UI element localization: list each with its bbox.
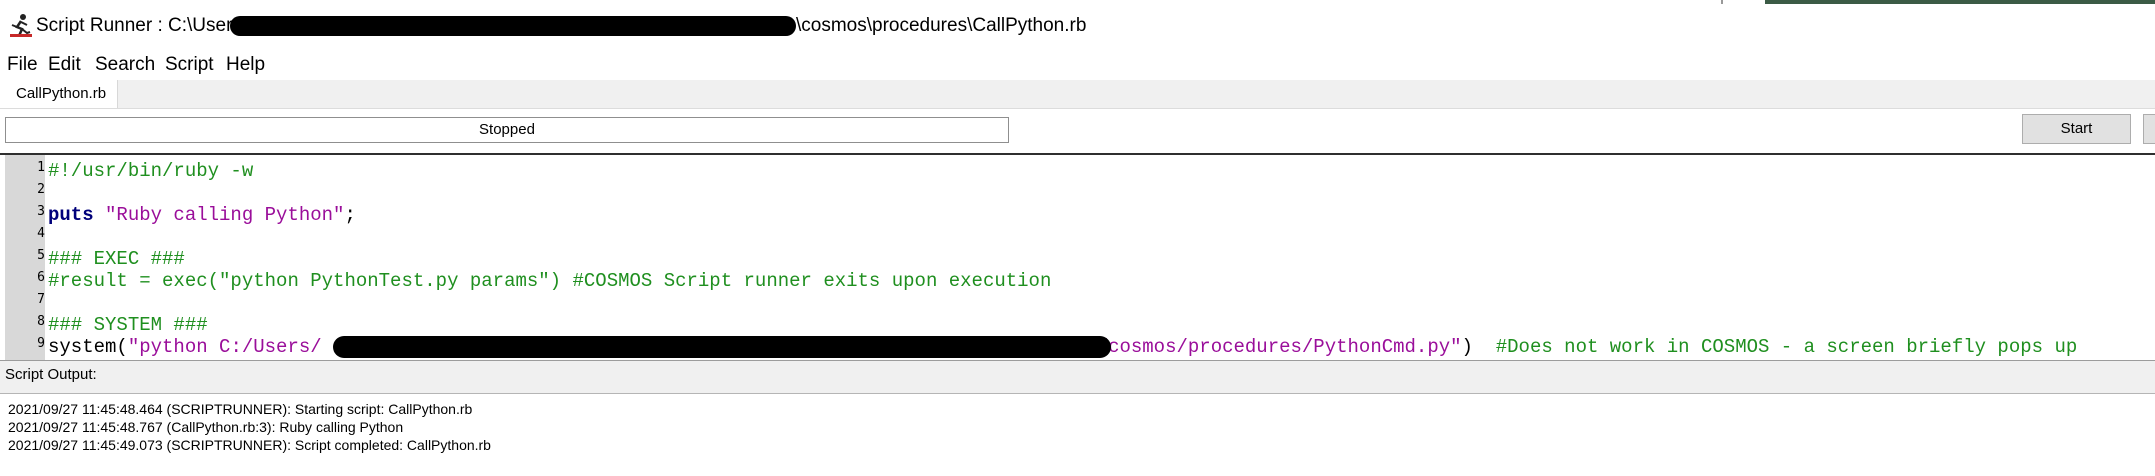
code-line-5: ### EXEC ### <box>48 248 185 270</box>
tab-label: CallPython.rb <box>16 85 107 102</box>
script-output-panel[interactable]: 2021/09/27 11:45:48.464 (SCRIPTRUNNER): … <box>0 393 2155 476</box>
script-output-label: Script Output: <box>5 366 97 383</box>
code-line-8: ### SYSTEM ### <box>48 314 208 336</box>
menu-bar: File Edit Search Script Help <box>0 52 2155 80</box>
line-number: 6 <box>37 270 45 285</box>
output-line: 2021/09/27 11:45:48.767 (CallPython.rb:3… <box>8 419 404 435</box>
tab-strip: CallPython.rb <box>0 80 2155 108</box>
start-button[interactable]: Start <box>2022 114 2131 144</box>
line-number: 7 <box>37 292 45 307</box>
line-number: 9 <box>37 336 45 351</box>
code-string: "python C:/Users/ <box>127 336 322 358</box>
code-string: /cosmos/procedures/PythonCmd.py" <box>1096 336 1462 358</box>
window-title-suffix: \cosmos\procedures\CallPython.rb <box>796 15 1087 36</box>
line-number: 4 <box>37 226 45 241</box>
code-editor[interactable]: 1 2 3 4 5 6 7 8 9 #!/usr/bin/ruby -w put… <box>0 153 2155 361</box>
code-call: system( <box>48 336 128 358</box>
output-line: 2021/09/27 11:45:49.073 (SCRIPTRUNNER): … <box>8 437 491 453</box>
code-keyword: puts <box>48 204 94 226</box>
script-status: Stopped <box>5 117 1009 143</box>
redacted-path <box>230 16 796 36</box>
window-divider <box>1721 0 1723 4</box>
line-number: 8 <box>37 314 45 329</box>
line-number: 1 <box>37 160 45 175</box>
tab-callpython[interactable]: CallPython.rb <box>0 80 118 108</box>
output-line: 2021/09/27 11:45:48.464 (SCRIPTRUNNER): … <box>8 401 473 417</box>
menu-edit[interactable]: Edit <box>48 54 81 76</box>
code-line-1: #!/usr/bin/ruby -w <box>48 160 254 182</box>
redacted-path <box>333 336 1111 358</box>
line-number: 5 <box>37 248 45 263</box>
line-number: 3 <box>37 204 45 219</box>
title-bar: Script Runner : C:\Users\ \cosmos\proced… <box>0 0 2155 52</box>
code-punct: ; <box>344 204 356 226</box>
menu-search[interactable]: Search <box>95 54 155 76</box>
window-title-prefix: Script Runner : C:\Users\ <box>36 15 248 36</box>
pause-button[interactable] <box>2143 114 2155 144</box>
control-panel: Stopped Start <box>0 108 2155 153</box>
code-comment: #Does not work in COSMOS - a screen brie… <box>1495 336 2078 358</box>
menu-script[interactable]: Script <box>165 54 214 76</box>
code-line-3: puts "Ruby calling Python"; <box>48 204 356 226</box>
runner-icon <box>10 14 32 37</box>
code-punct: ) <box>1461 336 1473 358</box>
background-window <box>1765 0 2155 4</box>
line-number: 2 <box>37 182 45 197</box>
line-number-gutter: 1 2 3 4 5 6 7 8 9 <box>5 155 45 360</box>
code-line-6: #result = exec("python PythonTest.py par… <box>48 270 1052 292</box>
code-string: "Ruby calling Python" <box>105 204 345 226</box>
menu-file[interactable]: File <box>7 54 38 76</box>
menu-help[interactable]: Help <box>226 54 265 76</box>
